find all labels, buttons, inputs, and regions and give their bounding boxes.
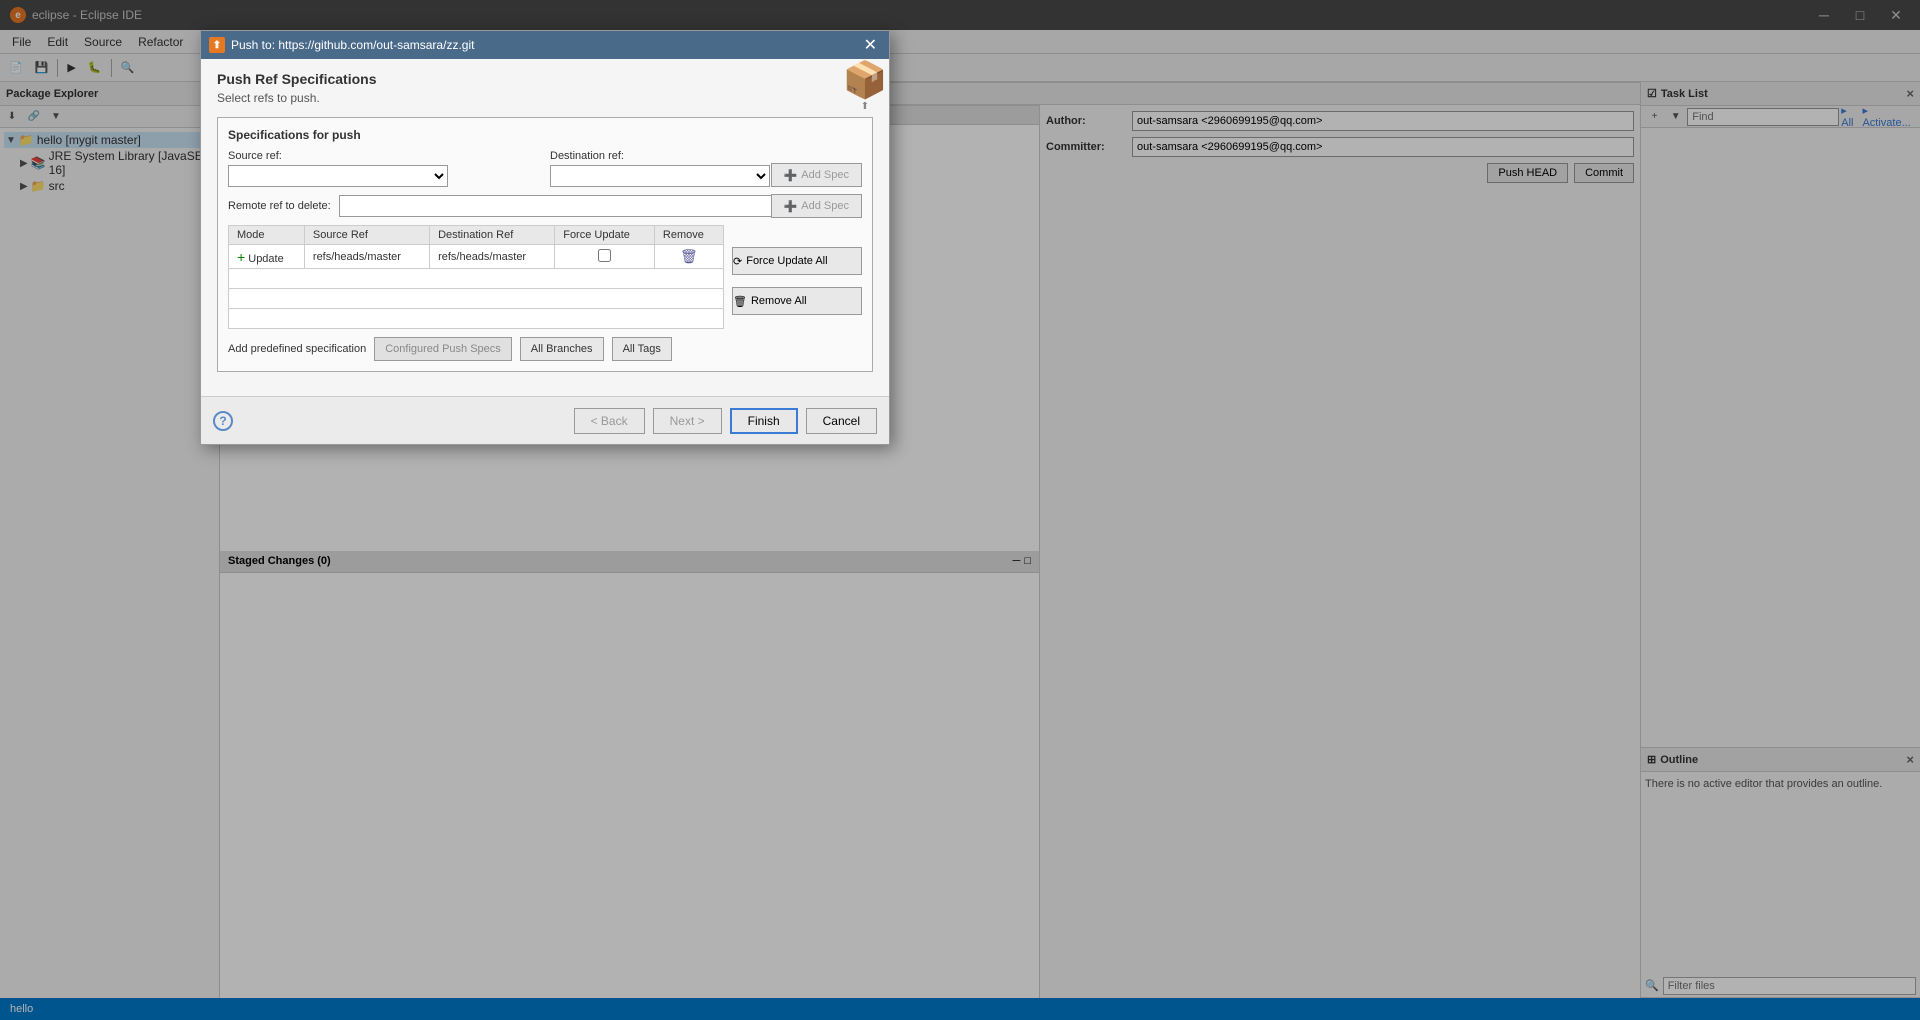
- remove-all-label: Remove All: [751, 295, 807, 307]
- predefined-row: Add predefined specification Configured …: [228, 337, 862, 361]
- row-destination: refs/heads/master: [430, 245, 555, 269]
- specs-title: Specifications for push: [228, 128, 862, 142]
- col-source: Source Ref: [304, 226, 429, 245]
- remote-ref-row: Remote ref to delete: ➕ Add Spec: [228, 195, 862, 217]
- next-button[interactable]: Next >: [653, 408, 722, 434]
- dialog-title: Push to: https://github.com/out-samsara/…: [231, 38, 854, 52]
- push-icon: 📦 ⬆: [841, 59, 889, 107]
- configured-push-specs-button[interactable]: Configured Push Specs: [374, 337, 512, 361]
- source-ref-select[interactable]: [228, 165, 448, 187]
- row-remove[interactable]: 🗑: [654, 245, 723, 269]
- remove-all-icon: 🗑: [733, 295, 747, 308]
- mode-icon: +: [237, 249, 245, 265]
- dialog-title-icon: ⬆: [209, 37, 225, 53]
- remote-ref-label: Remote ref to delete:: [228, 200, 331, 212]
- source-ref-group: Source ref:: [228, 150, 540, 187]
- dest-ref-select[interactable]: [550, 165, 770, 187]
- delete-icon[interactable]: 🗑: [680, 248, 698, 264]
- force-update-icon: ⟳: [733, 255, 742, 268]
- predefined-label: Add predefined specification: [228, 343, 366, 355]
- modal-overlay: ⬆ Push to: https://github.com/out-samsar…: [0, 0, 1920, 1020]
- dialog-main-title: Push Ref Specifications: [217, 71, 873, 87]
- cancel-button[interactable]: Cancel: [806, 408, 877, 434]
- push-dialog: ⬆ Push to: https://github.com/out-samsar…: [200, 30, 890, 445]
- dialog-subtitle: Select refs to push.: [217, 91, 873, 105]
- remove-all-button[interactable]: 🗑 Remove All: [732, 287, 862, 315]
- finish-button[interactable]: Finish: [730, 408, 798, 434]
- all-tags-button[interactable]: All Tags: [612, 337, 672, 361]
- dialog-title-bar: ⬆ Push to: https://github.com/out-samsar…: [201, 31, 889, 59]
- col-destination: Destination Ref: [430, 226, 555, 245]
- add-spec-button-top[interactable]: ➕ Add Spec: [771, 163, 862, 187]
- back-button[interactable]: < Back: [574, 408, 645, 434]
- row-mode: + Update: [229, 245, 305, 269]
- force-update-all-button[interactable]: ⟳ Force Update All: [732, 247, 862, 275]
- add-spec-label-2: Add Spec: [801, 200, 849, 212]
- add-spec-icon-2: ➕: [784, 200, 798, 213]
- dialog-body: 📦 ⬆ Push Ref Specifications Select refs …: [201, 59, 889, 396]
- add-spec-label: Add Spec: [801, 169, 849, 181]
- specs-section: Specifications for push Source ref: Dest…: [217, 117, 873, 372]
- empty-row-2: [229, 289, 724, 309]
- dialog-footer: ? < Back Next > Finish Cancel: [201, 396, 889, 444]
- empty-row-3: [229, 309, 724, 329]
- col-force: Force Update: [555, 226, 655, 245]
- add-spec-button-bottom[interactable]: ➕ Add Spec: [771, 194, 862, 218]
- row-force-update[interactable]: [555, 245, 655, 269]
- all-branches-button[interactable]: All Branches: [520, 337, 604, 361]
- col-remove: Remove: [654, 226, 723, 245]
- source-ref-label: Source ref:: [228, 150, 540, 162]
- empty-row-1: [229, 269, 724, 289]
- force-update-all-label: Force Update All: [746, 255, 827, 267]
- row-source: refs/heads/master: [304, 245, 429, 269]
- dialog-close-button[interactable]: ✕: [860, 35, 881, 55]
- table-row: + Update refs/heads/master refs/heads/ma…: [229, 245, 724, 269]
- help-icon[interactable]: ?: [213, 411, 233, 431]
- dest-ref-label: Destination ref:: [550, 150, 862, 162]
- force-update-checkbox[interactable]: [598, 249, 611, 262]
- col-mode: Mode: [229, 226, 305, 245]
- add-spec-icon: ➕: [784, 169, 798, 182]
- spec-table: Mode Source Ref Destination Ref Force Up…: [228, 225, 724, 329]
